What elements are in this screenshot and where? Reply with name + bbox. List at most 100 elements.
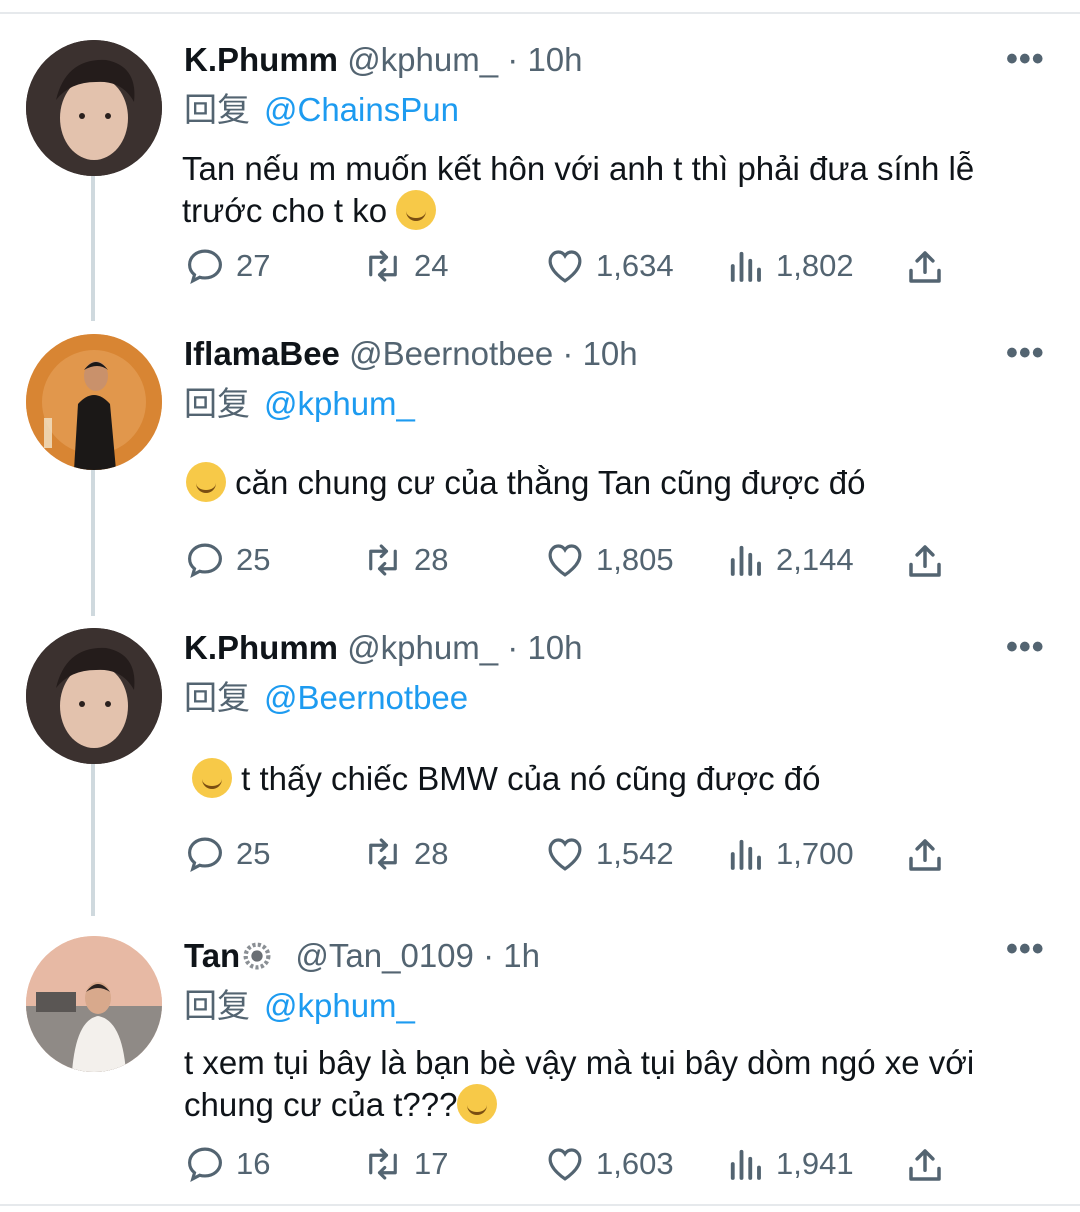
timestamp[interactable]: 10h xyxy=(527,41,582,78)
reply-count: 25 xyxy=(236,836,271,871)
mention-link[interactable]: @ChainsPun xyxy=(264,91,459,128)
user-handle[interactable]: @kphum_ xyxy=(347,41,498,78)
reply-button[interactable]: 25 xyxy=(184,540,270,580)
separator-dot: · xyxy=(562,335,574,372)
timestamp[interactable]: 1h xyxy=(503,937,540,974)
retweet-count: 17 xyxy=(414,1146,449,1181)
like-button[interactable]: 1,542 xyxy=(544,834,674,874)
like-count: 1,805 xyxy=(596,542,674,577)
reply-button[interactable]: 25 xyxy=(184,834,270,874)
smirking-face-icon xyxy=(192,758,232,798)
tweet[interactable]: K.Phumm @kphum_ · 10h ••• 回复 @ChainsPun T… xyxy=(0,40,1080,310)
like-button[interactable]: 1,634 xyxy=(544,246,674,286)
reply-count: 25 xyxy=(236,542,271,577)
rolling-on-floor-laughing-icon xyxy=(186,462,226,502)
heart-icon xyxy=(548,1148,582,1181)
view-count: 1,700 xyxy=(776,836,854,871)
views-button[interactable]: 2,144 xyxy=(724,540,854,580)
timestamp[interactable]: 10h xyxy=(527,629,582,666)
tweet-header: K.Phumm @kphum_ · 10h xyxy=(184,40,583,80)
retweet-button[interactable]: 24 xyxy=(362,246,448,286)
reply-count: 16 xyxy=(236,1146,271,1181)
action-bar: 16 17 1,603 1,941 xyxy=(184,1144,954,1184)
like-button[interactable]: 1,603 xyxy=(544,1144,674,1184)
heart-icon xyxy=(548,250,582,283)
reply-count: 27 xyxy=(236,248,271,283)
tweet-text: căn chung cư của thằng Tan cũng được đó xyxy=(186,462,1026,504)
display-name[interactable]: Tan xyxy=(184,937,240,974)
views-button[interactable]: 1,941 xyxy=(724,1144,854,1184)
tweet-text: t thấy chiếc BMW của nó cũng được đó xyxy=(192,758,1032,800)
avatar[interactable] xyxy=(26,628,162,764)
share-icon[interactable] xyxy=(904,1144,946,1186)
tweet-text-content: căn chung cư của thằng Tan cũng được đó xyxy=(235,464,866,501)
thinking-face-icon xyxy=(396,190,437,230)
user-handle[interactable]: @kphum_ xyxy=(347,629,498,666)
more-options-icon[interactable]: ••• xyxy=(1006,932,1045,966)
mention-link[interactable]: @kphum_ xyxy=(264,385,415,422)
more-options-icon[interactable]: ••• xyxy=(1006,42,1045,76)
retweet-icon xyxy=(369,1148,397,1180)
retweet-button[interactable]: 17 xyxy=(362,1144,448,1184)
timestamp[interactable]: 10h xyxy=(583,335,638,372)
tweet[interactable]: Tan @Tan_0109 · 1h ••• 回复 @kphum_ t xem t… xyxy=(0,922,1080,1192)
action-bar: 25 28 1,542 1,700 xyxy=(184,834,954,874)
like-button[interactable]: 1,805 xyxy=(544,540,674,580)
retweet-icon xyxy=(369,838,397,870)
mention-link[interactable]: @kphum_ xyxy=(264,987,415,1024)
tweet-header: IflamaBee @Beernotbee · 10h xyxy=(184,334,638,374)
reply-button[interactable]: 16 xyxy=(184,1144,270,1184)
separator-dot: · xyxy=(507,41,519,78)
reply-button[interactable]: 27 xyxy=(184,246,270,286)
view-count: 2,144 xyxy=(776,542,854,577)
slightly-smiling-face-icon xyxy=(457,1084,498,1124)
avatar[interactable] xyxy=(26,936,162,1072)
retweet-button[interactable]: 28 xyxy=(362,834,448,874)
tweet-text-content: Tan nếu m muốn kết hôn với anh t thì phả… xyxy=(182,150,975,229)
tweet[interactable]: K.Phumm @kphum_ · 10h ••• 回复 @Beernotbee … xyxy=(0,628,1080,898)
reply-context: 回复 @Beernotbee xyxy=(184,678,468,718)
display-name[interactable]: IflamaBee xyxy=(184,335,340,372)
display-name[interactable]: K.Phumm xyxy=(184,629,338,666)
separator-dot: · xyxy=(483,937,495,974)
avatar[interactable] xyxy=(26,40,162,176)
reply-context: 回复 @ChainsPun xyxy=(184,90,459,130)
reply-context: 回复 @kphum_ xyxy=(184,384,415,424)
views-button[interactable]: 1,802 xyxy=(724,246,854,286)
like-count: 1,603 xyxy=(596,1146,674,1181)
views-button[interactable]: 1,700 xyxy=(724,834,854,874)
like-count: 1,542 xyxy=(596,836,674,871)
views-chart-icon xyxy=(730,251,761,282)
tweet-text: t xem tụi bây là bạn bè vậy mà tụi bây d… xyxy=(184,1042,1014,1126)
retweet-count: 28 xyxy=(414,542,449,577)
tweet-text: Tan nếu m muốn kết hôn với anh t thì phả… xyxy=(182,148,1022,232)
tweet-text-content: t xem tụi bây là bạn bè vậy mà tụi bây d… xyxy=(184,1044,975,1123)
tweet-header: K.Phumm @kphum_ · 10h xyxy=(184,628,583,668)
reply-icon xyxy=(188,543,222,578)
more-options-icon[interactable]: ••• xyxy=(1006,630,1045,664)
avatar[interactable] xyxy=(26,334,162,470)
action-bar: 25 28 1,805 2,144 xyxy=(184,540,954,580)
tweet[interactable]: IflamaBee @Beernotbee · 10h ••• 回复 @kphum… xyxy=(0,334,1080,604)
view-count: 1,802 xyxy=(776,248,854,283)
heart-icon xyxy=(548,544,582,577)
share-icon[interactable] xyxy=(904,834,946,876)
reply-label: 回复 xyxy=(184,679,250,716)
share-icon[interactable] xyxy=(904,540,946,582)
action-bar: 27 24 1,634 1,802 xyxy=(184,246,954,286)
reply-icon xyxy=(188,249,222,284)
retweet-count: 28 xyxy=(414,836,449,871)
user-handle[interactable]: @Beernotbee xyxy=(349,335,553,372)
user-handle[interactable]: @Tan_0109 xyxy=(295,937,473,974)
reply-label: 回复 xyxy=(184,385,250,422)
share-icon[interactable] xyxy=(904,246,946,288)
display-name[interactable]: K.Phumm xyxy=(184,41,338,78)
more-options-icon[interactable]: ••• xyxy=(1006,336,1045,370)
view-count: 1,941 xyxy=(776,1146,854,1181)
retweet-button[interactable]: 28 xyxy=(362,540,448,580)
reply-icon xyxy=(188,837,222,872)
reply-context: 回复 @kphum_ xyxy=(184,986,415,1026)
bottom-divider xyxy=(0,1204,1080,1206)
mention-link[interactable]: @Beernotbee xyxy=(264,679,468,716)
views-chart-icon xyxy=(730,839,761,870)
